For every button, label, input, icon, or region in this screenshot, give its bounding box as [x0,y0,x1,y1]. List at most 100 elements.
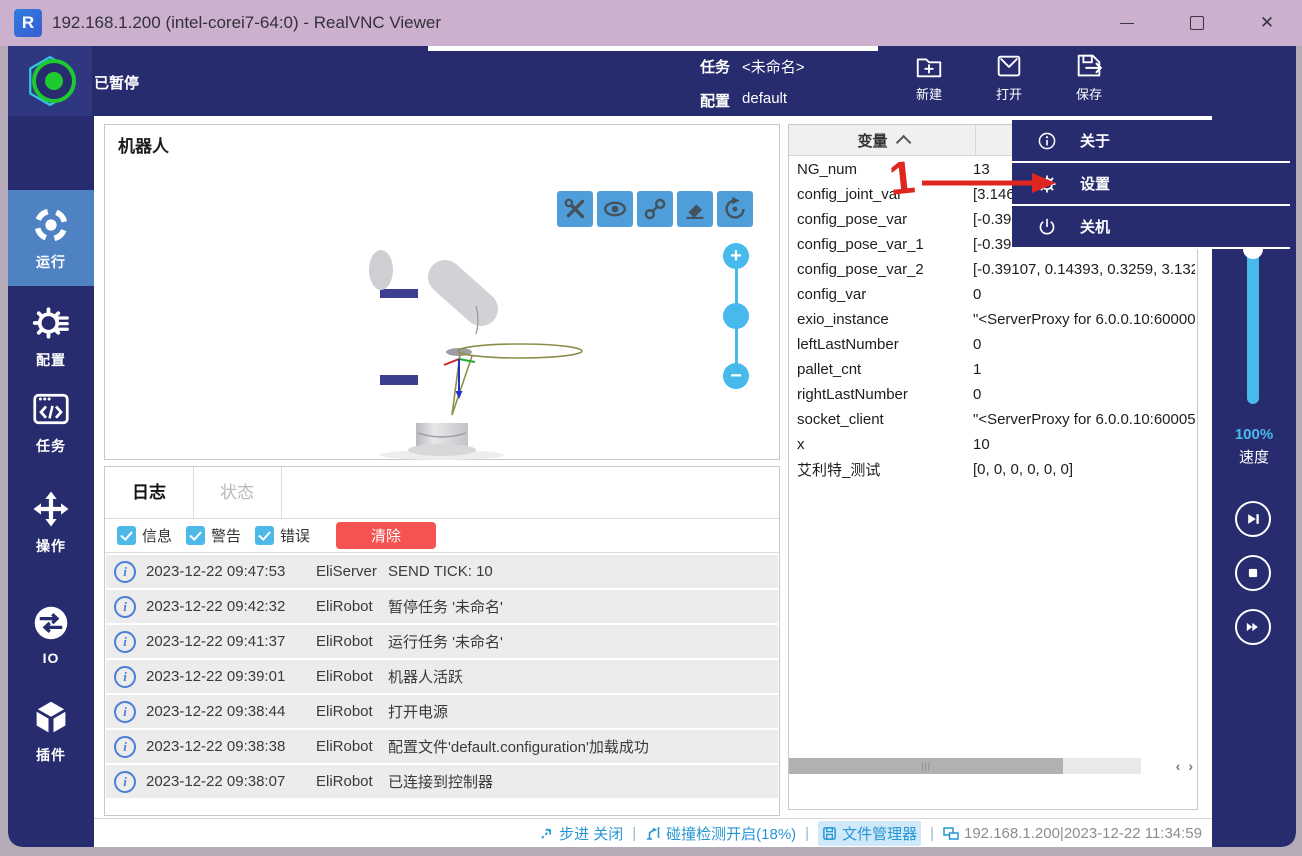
info-icon: i [114,736,136,758]
remote-desktop: 已暂停 任务 <未命名> 配置 default 新建 打开 [8,46,1296,847]
variable-name: x [797,436,973,453]
sidebar-item-run[interactable]: 运行 [8,190,94,286]
path-nodes-icon [640,194,670,224]
variable-name: config_pose_var_2 [797,261,973,278]
sidebar-item-config[interactable]: 配置 [8,296,94,376]
step-mode-label: 步进 关闭 [559,823,623,844]
variable-row[interactable]: 艾利特_测试[0, 0, 0, 0, 0, 0] [789,457,1195,482]
reset-view-button[interactable] [717,191,753,227]
path-nodes-button[interactable] [637,191,673,227]
variable-name: socket_client [797,411,973,428]
log-time: 2023-12-22 09:42:32 [146,598,316,615]
save-task-button[interactable]: 保存 [1060,51,1118,111]
info-icon: i [114,596,136,618]
reset-view-icon [720,194,750,224]
log-source: EliRobot [316,633,388,650]
robot-status-label: 已暂停 [94,72,139,93]
new-folder-icon [913,51,945,81]
speed-slider-track[interactable] [1247,247,1259,404]
fast-forward-button[interactable] [1235,609,1271,645]
variable-row[interactable]: pallet_cnt1 [789,357,1195,382]
log-row: i 2023-12-22 09:39:01 EliRobot 机器人活跃 [106,660,778,693]
log-time: 2023-12-22 09:47:53 [146,563,316,580]
log-row: i 2023-12-22 09:38:38 EliRobot 配置文件'defa… [106,730,778,763]
sidebar-item-plugin[interactable]: 插件 [8,691,94,771]
speed-label: 速度 [1212,446,1296,467]
log-source: EliRobot [316,773,388,790]
sidebar-item-label: 插件 [36,745,66,765]
minimize-button[interactable] [1092,0,1162,46]
horizontal-scrollbar[interactable]: ||| [789,758,1141,774]
variable-value: [-0.39107, 0.14393, 0.3259, 3.1325 [973,261,1195,278]
variable-row[interactable]: config_var0 [789,282,1195,307]
log-row: i 2023-12-22 09:38:07 EliRobot 已连接到控制器 [106,765,778,798]
variable-row[interactable]: config_pose_var_2[-0.39107, 0.14393, 0.3… [789,257,1195,282]
scroll-left-icon[interactable]: ‹ [1176,758,1181,774]
maximize-button[interactable] [1162,0,1232,46]
file-manager-button[interactable]: 文件管理器 [818,821,921,846]
variable-row[interactable]: rightLastNumber0 [789,382,1195,407]
open-task-button[interactable]: 打开 [980,51,1038,111]
scroll-right-icon[interactable]: › [1188,758,1193,774]
variable-name: exio_instance [797,311,973,328]
menu-item-settings[interactable]: 设置 [1012,163,1290,206]
gear-icon [31,303,71,343]
menu-item-shutdown[interactable]: 关机 [1012,206,1290,249]
settings-gear-icon [1036,173,1058,195]
info-icon: i [114,631,136,653]
vnc-toolbar-strip[interactable] [428,46,878,51]
menu-item-label: 设置 [1080,173,1110,194]
config-value: default [742,90,787,111]
filter-error-checkbox[interactable] [255,526,274,545]
variable-name: 艾利特_测试 [797,459,973,480]
clear-log-button[interactable]: 清除 [336,522,436,549]
collision-detect-toggle[interactable]: 碰撞检测开启(18%) [645,823,796,844]
close-button[interactable]: ✕ [1232,0,1302,46]
filter-info-checkbox[interactable] [117,526,136,545]
variable-name: config_pose_var_1 [797,236,973,253]
eraser-button[interactable] [677,191,713,227]
maximize-icon [1190,16,1204,30]
variable-name: config_var [797,286,973,303]
variable-value: "<ServerProxy for 6.0.0.10:60005, [973,411,1195,428]
log-row: i 2023-12-22 09:38:44 EliRobot 打开电源 [106,695,778,728]
variables-header-cell[interactable]: 变量 [789,125,976,155]
new-task-button[interactable]: 新建 [900,51,958,111]
tab-status[interactable]: 状态 [193,467,282,518]
variable-row[interactable]: socket_client"<ServerProxy for 6.0.0.10:… [789,407,1195,432]
zoom-out-button[interactable]: − [723,363,749,389]
sidebar-item-io[interactable]: IO [8,594,94,674]
left-sidebar: 运行 配置 任务 [8,116,94,847]
log-time: 2023-12-22 09:38:38 [146,738,316,755]
sidebar-item-operate[interactable]: 操作 [8,482,94,562]
tools-button[interactable] [557,191,593,227]
zoom-slider-handle[interactable] [723,303,749,329]
variable-row[interactable]: x10 [789,432,1195,457]
power-icon [1036,216,1058,238]
sidebar-item-task[interactable]: 任务 [8,382,94,462]
view-zoom-widget: + − [723,243,749,389]
stop-button[interactable] [1235,555,1271,591]
filter-warning-label: 警告 [211,525,241,546]
step-play-button[interactable] [1235,501,1271,537]
variable-value: 0 [973,286,981,303]
variable-row[interactable]: exio_instance"<ServerProxy for 6.0.0.10:… [789,307,1195,332]
visibility-button[interactable] [597,191,633,227]
network-icon [943,825,959,841]
variable-value: [3.146 [973,186,1015,203]
step-mode-toggle[interactable]: 步进 关闭 [539,823,623,844]
variable-value: [-0.39 [973,211,1011,228]
variable-row[interactable]: leftLastNumber0 [789,332,1195,357]
skip-next-icon [1242,508,1264,530]
stop-icon [1242,562,1264,584]
scrollbar-thumb[interactable]: ||| [789,758,1063,774]
status-separator: | [930,825,934,842]
variable-value: "<ServerProxy for 6.0.0.10:60000, [973,311,1195,328]
tab-log[interactable]: 日志 [105,467,194,518]
zoom-in-button[interactable]: + [723,243,749,269]
open-file-icon [993,51,1025,81]
menu-item-about[interactable]: 关于 [1012,120,1290,163]
status-separator: | [805,825,809,842]
filter-info-label: 信息 [142,525,172,546]
filter-warning-checkbox[interactable] [186,526,205,545]
